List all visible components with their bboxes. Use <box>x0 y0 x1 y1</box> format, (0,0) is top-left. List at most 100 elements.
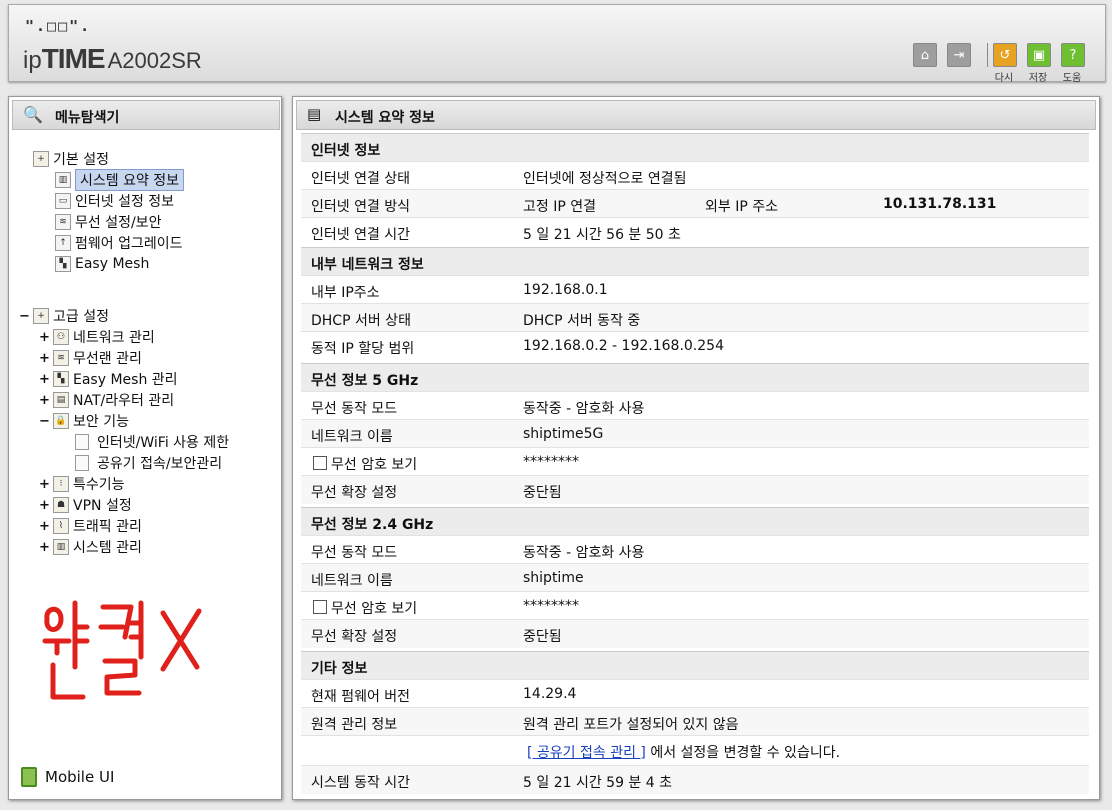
collapse-icon[interactable]: − <box>39 414 50 429</box>
router-icon: ▤ <box>53 392 69 408</box>
logout-icon[interactable]: ⇥ <box>947 43 971 67</box>
tree-network-mgmt-label: 네트워크 관리 <box>73 330 155 346</box>
save-button[interactable]: ▣ <box>1027 43 1051 67</box>
menu-explorer: 🔍 메뉴탐색기 + 기본 설정 ▥ 시스템 요약 정보 ▭ 인터넷 설정 정보 … <box>8 96 282 800</box>
tree-vpn-settings[interactable]: + ☗ VPN 설정 <box>39 495 132 515</box>
row-system-uptime: 시스템 동작 시간 5 일 21 시간 59 분 4 초 <box>301 765 1089 794</box>
row-wifi24-password: 무선 암호 보기 ******** <box>301 591 1089 620</box>
expand-icon[interactable]: + <box>39 519 50 534</box>
row-key: DHCP 서버 상태 <box>311 313 411 329</box>
show-password-toggle-24g[interactable]: 무선 암호 보기 <box>313 598 417 618</box>
row-key: 네트워크 이름 <box>311 429 393 445</box>
tree-system-mgmt[interactable]: + ▥ 시스템 관리 <box>39 537 142 557</box>
row-value: shiptime <box>523 570 584 586</box>
mobile-phone-icon <box>21 767 37 787</box>
external-ip-value: 10.131.78.131 <box>883 196 997 212</box>
summary-panel: ▤ 시스템 요약 정보 인터넷 정보 인터넷 연결 상태 인터넷에 정상적으로 … <box>292 96 1100 800</box>
tree-special-features-label: 특수기능 <box>73 477 125 493</box>
tree-traffic-mgmt[interactable]: + ⌇ 트래픽 관리 <box>39 516 142 536</box>
tree-special-features[interactable]: + ⁝ 특수기능 <box>39 474 125 494</box>
show-password-toggle-5g[interactable]: 무선 암호 보기 <box>313 454 417 474</box>
tree-security-label: 보안 기능 <box>73 414 129 430</box>
tree-firmware-upgrade[interactable]: ↑ 펌웨어 업그레이드 <box>55 233 183 253</box>
row-remote-hint: [ 공유기 접속 관리 ] 에서 설정을 변경할 수 있습니다. <box>301 735 1089 764</box>
expand-icon[interactable]: + <box>39 351 50 366</box>
row-key: 인터넷 연결 시간 <box>311 227 411 243</box>
row-value: DHCP 서버 동작 중 <box>523 313 641 329</box>
tree-internet-wifi-limit[interactable]: 인터넷/WiFi 사용 제한 <box>75 432 229 452</box>
section-internet: 인터넷 정보 <box>301 133 1089 162</box>
reload-label: 다시 <box>994 73 1014 84</box>
home-icon[interactable]: ⌂ <box>913 43 937 67</box>
section-title: 기타 정보 <box>311 661 368 677</box>
row-remote-mgmt: 원격 관리 정보 원격 관리 포트가 설정되어 있지 않음 <box>301 707 1089 736</box>
tree-internet-wifi-limit-label: 인터넷/WiFi 사용 제한 <box>97 435 230 451</box>
section-title: 내부 네트워크 정보 <box>311 257 424 273</box>
tree-nat-router-mgmt[interactable]: + ▤ NAT/라우터 관리 <box>39 390 174 410</box>
show-password-checkbox[interactable] <box>313 456 327 470</box>
show-password-label: 무선 암호 보기 <box>331 601 418 617</box>
tree-internet-settings[interactable]: ▭ 인터넷 설정 정보 <box>55 191 174 211</box>
router-access-mgmt-link[interactable]: [ 공유기 접속 관리 ] <box>527 745 646 761</box>
lock-icon: 🔒 <box>53 413 69 429</box>
tree-system-summary[interactable]: ▥ 시스템 요약 정보 <box>55 169 185 191</box>
row-dhcp-status: DHCP 서버 상태 DHCP 서버 동작 중 <box>301 303 1089 332</box>
vpn-icon: ☗ <box>53 497 69 513</box>
row-value: 5 일 21 시간 59 분 4 초 <box>523 775 672 791</box>
expand-icon[interactable]: + <box>39 330 50 345</box>
tree-wireless-security[interactable]: ≋ 무선 설정/보안 <box>55 212 161 232</box>
row-value: ******** <box>523 598 579 614</box>
wifi-icon: ≋ <box>53 350 69 366</box>
save-label: 저장 <box>1028 73 1048 84</box>
row-value: 고정 IP 연결 <box>523 199 596 215</box>
row-key: 무선 확장 설정 <box>311 629 398 645</box>
tree-wlan-mgmt[interactable]: + ≋ 무선랜 관리 <box>39 348 142 368</box>
row-key: 동적 IP 할당 범위 <box>311 341 415 357</box>
tree-security[interactable]: − 🔒 보안 기능 <box>39 411 129 431</box>
row-wifi24-extension: 무선 확장 설정 중단됨 <box>301 619 1089 648</box>
expand-icon[interactable]: + <box>39 498 50 513</box>
mobile-ui-link[interactable]: Mobile UI <box>21 767 114 787</box>
tree-wireless-security-label: 무선 설정/보안 <box>75 215 162 231</box>
reload-button[interactable]: ↺ <box>993 43 1017 67</box>
tree-vpn-settings-label: VPN 설정 <box>73 498 132 514</box>
expand-icon[interactable]: + <box>39 372 50 387</box>
tree-basic-settings[interactable]: + 기본 설정 <box>33 149 109 169</box>
collapse-icon[interactable]: − <box>19 309 30 324</box>
tree-easy-mesh[interactable]: ▚ Easy Mesh <box>55 254 149 274</box>
row-key: 현재 펌웨어 버전 <box>311 689 411 705</box>
row-value: 인터넷에 정상적으로 연결됨 <box>523 171 687 187</box>
app-header: ".□□". ipTIME A2002SR ⌂ ⇥ ↺ ▣ ? 다시 저장 도움 <box>8 4 1106 84</box>
tree-network-mgmt[interactable]: + ⚇ 네트워크 관리 <box>39 327 155 347</box>
upload-arrow-icon: ↑ <box>55 235 71 251</box>
mesh-icon: ▚ <box>53 371 69 387</box>
row-dhcp-range: 동적 IP 할당 범위 192.168.0.2 - 192.168.0.254 <box>301 331 1089 360</box>
handwritten-annotation <box>42 600 202 700</box>
row-key: 무선 확장 설정 <box>311 485 398 501</box>
expand-icon[interactable]: + <box>39 477 50 492</box>
tree-wlan-mgmt-label: 무선랜 관리 <box>73 351 142 367</box>
show-password-checkbox[interactable] <box>313 600 327 614</box>
tree-router-access-security[interactable]: 공유기 접속/보안관리 <box>75 453 222 473</box>
model-name: A2002SR <box>107 48 202 73</box>
expand-icon[interactable]: + <box>39 393 50 408</box>
help-button[interactable]: ? <box>1061 43 1085 67</box>
row-key: 원격 관리 정보 <box>311 717 398 733</box>
logo-dots: ".□□". <box>25 17 92 35</box>
mobile-ui-label: Mobile UI <box>45 768 115 786</box>
header-divider <box>987 43 988 67</box>
row-key: 인터넷 연결 상태 <box>311 171 411 187</box>
row-wifi5-extension: 무선 확장 설정 중단됨 <box>301 475 1089 504</box>
row-key: 무선 동작 모드 <box>311 545 398 561</box>
tree-advanced-settings[interactable]: − + 고급 설정 <box>19 306 109 326</box>
row-wifi5-password: 무선 암호 보기 ******** <box>301 447 1089 476</box>
tree-easy-mesh-mgmt[interactable]: + ▚ Easy Mesh 관리 <box>39 369 178 389</box>
wifi-icon: ≋ <box>55 214 71 230</box>
row-key: 네트워크 이름 <box>311 573 393 589</box>
section-title: 인터넷 정보 <box>311 143 381 159</box>
row-key: 무선 동작 모드 <box>311 401 398 417</box>
section-etc: 기타 정보 <box>301 651 1089 680</box>
expand-icon[interactable]: + <box>39 540 50 555</box>
row-wifi5-ssid: 네트워크 이름 shiptime5G <box>301 419 1089 448</box>
section-wifi-5ghz: 무선 정보 5 GHz <box>301 363 1089 392</box>
